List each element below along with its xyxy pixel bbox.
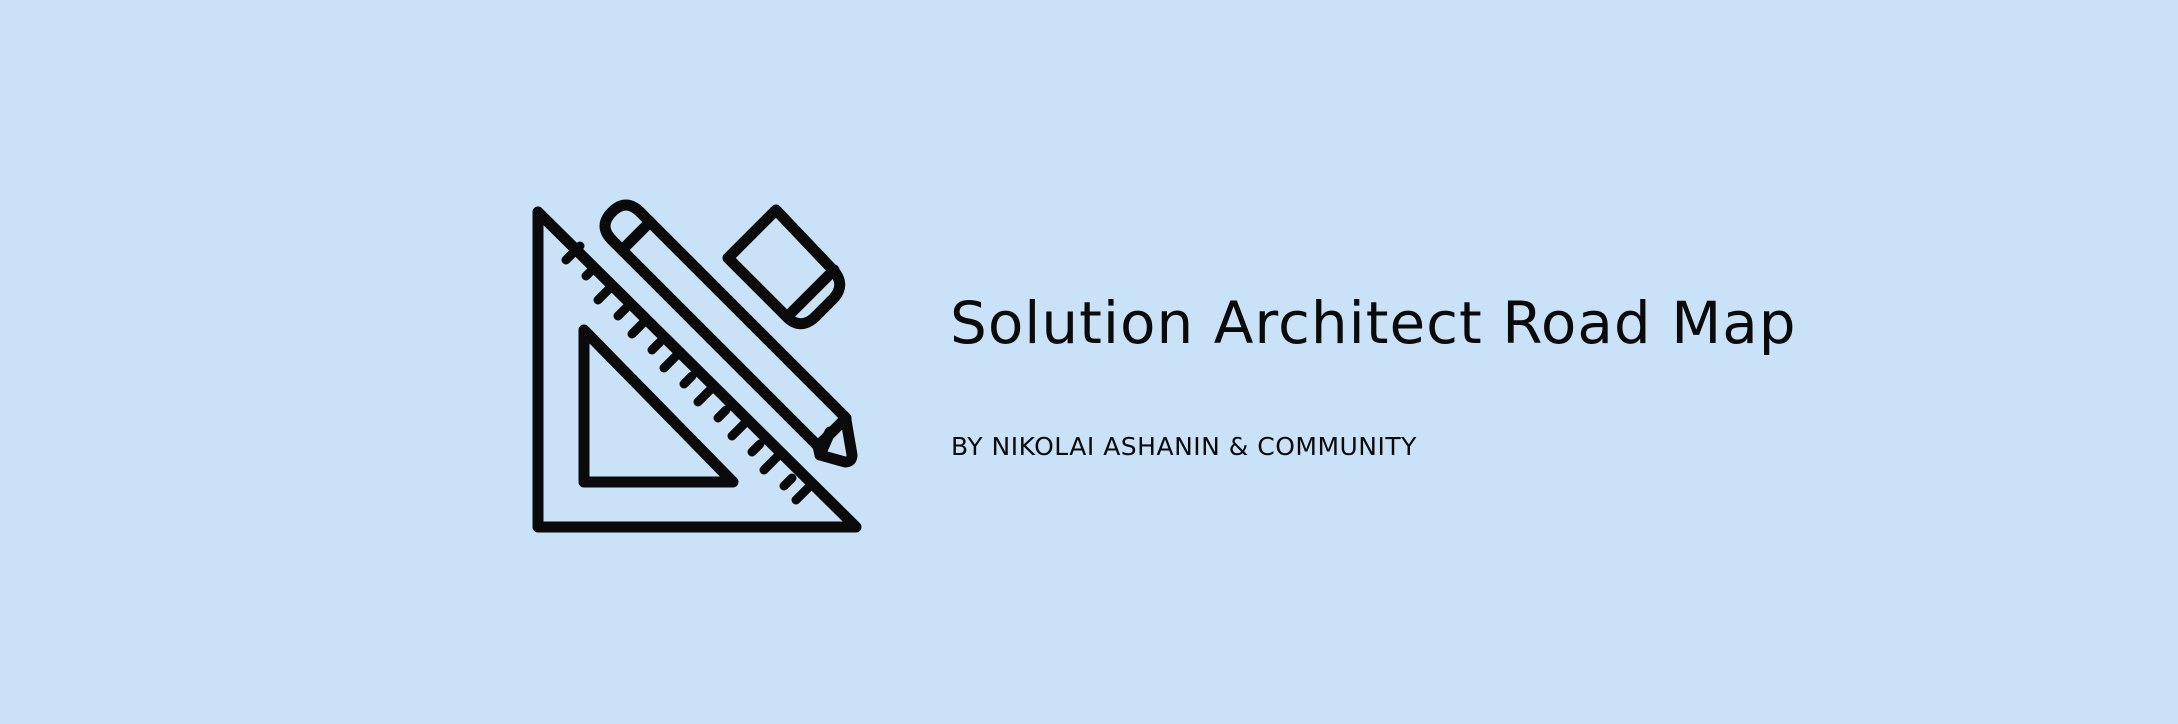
author-credit: BY NIKOLAI ASHANIN & COMMUNITY (951, 432, 1417, 461)
eraser (722, 204, 846, 330)
ruler-ticks (561, 241, 813, 505)
drafting-tools-icon (532, 199, 862, 533)
page-title: Solution Architect Road Map (950, 289, 1797, 357)
set-square-inner (578, 324, 739, 488)
roadmap-banner: Solution Architect Road Map BY NIKOLAI A… (0, 0, 2178, 724)
